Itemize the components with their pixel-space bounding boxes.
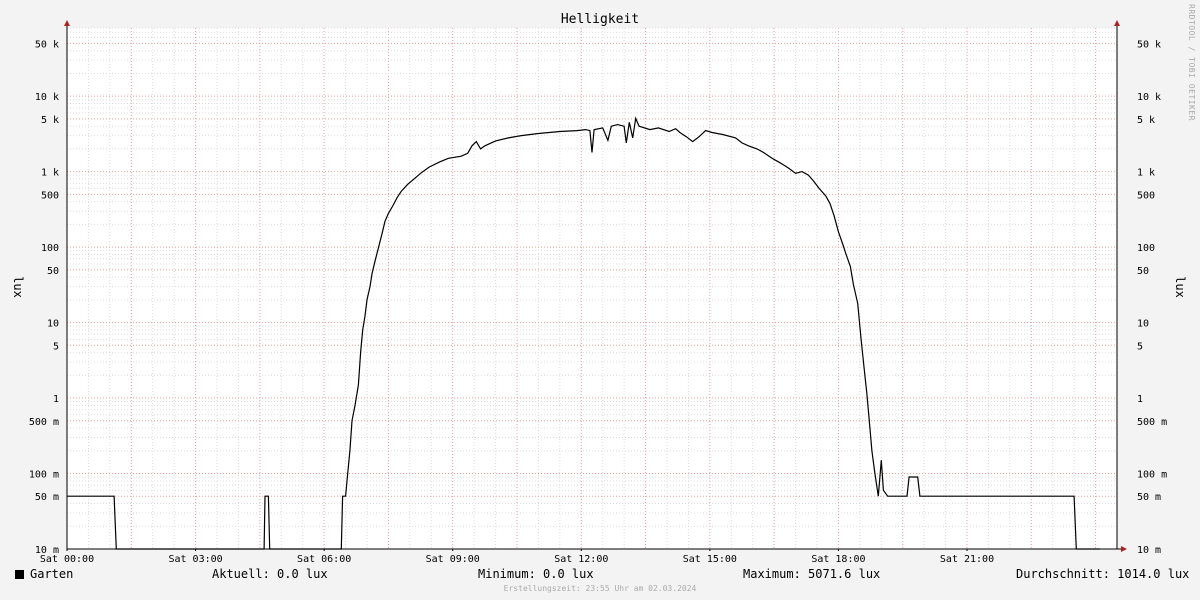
y-tick-labels-right: 10 m 50 m 100 m 500 m 1 5 10 50 100 500 1 k 5 k 10 k…	[1137, 39, 1167, 556]
y-tick-label-left: 50 m	[35, 492, 59, 503]
y-tick-label-left: 1	[53, 394, 59, 405]
y-axis-arrow-left	[64, 20, 70, 26]
y-axis-label-right: lux	[1173, 276, 1187, 298]
y-tick-label-right: 50 m	[1137, 492, 1161, 503]
chart-svg: Sat 00:00 Sat 03:00 Sat 06:00 Sat 09:00 Sat …	[11, 12, 1187, 565]
chart-title: Helligkeit	[561, 12, 639, 27]
x-tick-label: Sat 06:00	[297, 554, 351, 565]
y-tick-label-right: 50 k	[1137, 39, 1161, 50]
y-tick-label-right: 5	[1137, 341, 1143, 352]
y-tick-label-left: 10 k	[35, 92, 59, 103]
x-tick-label: Sat 18:00	[811, 554, 865, 565]
y-tick-label-left: 500 m	[29, 417, 59, 428]
legend-swatch	[15, 570, 24, 579]
x-tick-label: Sat 09:00	[426, 554, 480, 565]
x-tick-labels: Sat 00:00 Sat 03:00 Sat 06:00 Sat 09:00 Sat …	[40, 549, 994, 565]
y-axis-arrow-right	[1114, 20, 1120, 26]
legend-series: Garten	[15, 567, 73, 581]
watermark: RRDTOOL / TOBI OETIKER	[1187, 4, 1196, 121]
y-tick-label-left: 5	[53, 341, 59, 352]
y-tick-label-left: 50	[47, 266, 59, 277]
y-tick-label-right: 1 k	[1137, 168, 1155, 179]
legend-average: Durchschnitt: 1014.0 lux	[1016, 567, 1190, 581]
legend-maximum: Maximum: 5071.6 lux	[743, 567, 881, 581]
y-tick-label-left: 100 m	[29, 470, 59, 481]
y-axis-label-left: lux	[11, 276, 25, 298]
legend-minimum: Minimum: 0.0 lux	[478, 567, 594, 581]
y-tick-label-right: 100 m	[1137, 470, 1167, 481]
y-tick-label-right: 10 m	[1137, 545, 1161, 556]
y-tick-label-right: 500	[1137, 190, 1155, 201]
footer-timestamp: Erstellungszeit: 23:55 Uhr am 02.03.2024	[503, 584, 697, 593]
y-tick-label-right: 10	[1137, 319, 1149, 330]
y-tick-label-left: 10	[47, 319, 59, 330]
y-tick-label-right: 500 m	[1137, 417, 1167, 428]
x-tick-label: Sat 03:00	[168, 554, 222, 565]
y-tick-label-left: 10 m	[35, 545, 59, 556]
y-tick-label-left: 500	[41, 190, 59, 201]
y-tick-label-left: 5 k	[41, 115, 59, 126]
legend-current: Aktuell: 0.0 lux	[212, 567, 328, 581]
y-tick-label-left: 100	[41, 243, 59, 254]
y-tick-label-right: 5 k	[1137, 115, 1155, 126]
legend-series-name: Garten	[30, 567, 74, 581]
y-tick-labels-left: 10 m 50 m 100 m 500 m 1 5 10 50 100 500 1 k 5 k 10 k…	[29, 39, 59, 556]
y-tick-label-left: 1 k	[41, 168, 59, 179]
x-tick-label: Sat 12:00	[554, 554, 608, 565]
chart-frame: Sat 00:00 Sat 03:00 Sat 06:00 Sat 09:00 Sat …	[0, 0, 1200, 600]
y-tick-label-left: 50 k	[35, 39, 59, 50]
y-tick-label-right: 50	[1137, 266, 1149, 277]
y-tick-label-right: 100	[1137, 243, 1155, 254]
x-tick-label: Sat 21:00	[940, 554, 994, 565]
plot-canvas	[67, 28, 1117, 549]
y-tick-label-right: 10 k	[1137, 92, 1161, 103]
y-tick-label-right: 1	[1137, 394, 1143, 405]
x-axis-arrow	[1121, 546, 1127, 552]
x-tick-label: Sat 15:00	[683, 554, 737, 565]
